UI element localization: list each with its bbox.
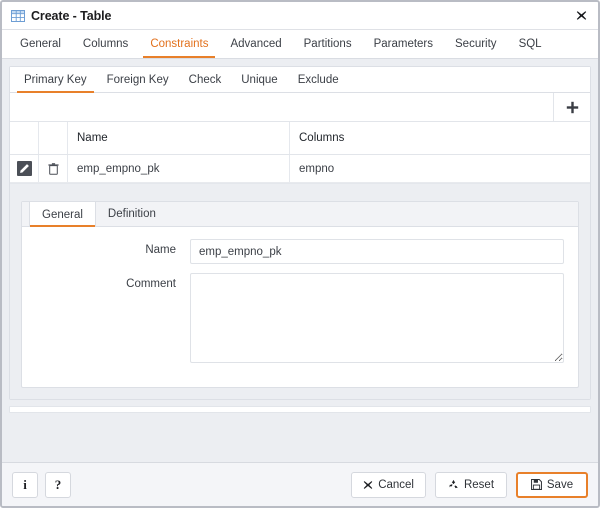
question-icon: ? [54,476,62,492]
plus-icon [566,101,578,113]
tab-constraints[interactable]: Constraints [139,30,219,58]
grid-header-edit [10,122,39,154]
reset-button[interactable]: Reset [435,471,507,498]
tab-advanced-label: Advanced [230,38,282,50]
footer-left-group: i ? [12,471,71,498]
tab-columns-label: Columns [82,38,129,50]
dialog-footer: i ? Cancel Reset Save [2,462,598,506]
constraints-panel: Primary Key Foreign Key Check Unique Exc… [9,66,591,400]
tab-foreign-key-label: Foreign Key [106,73,169,86]
tab-parameters-label: Parameters [373,38,434,50]
table-row[interactable]: emp_empno_pk empno [10,155,590,183]
tab-parameters[interactable]: Parameters [363,30,444,58]
tab-exclude[interactable]: Exclude [288,67,349,92]
close-icon[interactable] [572,7,590,25]
table-grid-icon [11,9,25,23]
grid-header-columns: Columns [299,132,345,144]
close-x-icon [363,480,373,490]
title-bar: Create - Table [2,2,598,30]
tab-security-label: Security [455,38,497,50]
grid-header-row: Name Columns [10,122,590,155]
name-label: Name [145,244,176,256]
tab-general-label: General [20,38,61,50]
grid-toolbar [10,93,590,122]
tab-sql[interactable]: SQL [508,30,553,58]
constraints-grid: Name Columns emp_empno_pk empno [10,122,590,183]
main-tab-bar: General Columns Constraints Advanced Par… [2,30,598,59]
dialog-body: Primary Key Foreign Key Check Unique Exc… [2,59,598,462]
grid-bottom-filler [10,183,590,193]
grid-header-name: Name [68,122,290,154]
tab-partitions-label: Partitions [303,38,352,50]
detail-wrapper: General Definition Name Comment [10,193,590,399]
tab-primary-key-label: Primary Key [24,73,87,86]
tab-partitions[interactable]: Partitions [293,30,363,58]
tab-security[interactable]: Security [444,30,508,58]
create-table-dialog: Create - Table General Columns Constrain… [0,0,600,508]
constraint-detail-card: General Definition Name Comment [21,201,579,388]
row-delete-cell [39,155,68,182]
tab-check[interactable]: Check [179,67,232,92]
comment-field-wrap [190,273,564,368]
help-button[interactable]: ? [45,471,71,498]
window-title: Create - Table [31,8,112,23]
tab-general[interactable]: General [9,30,72,58]
floppy-disk-icon [530,479,542,490]
panel-splitter[interactable] [9,406,591,413]
save-button[interactable]: Save [516,471,588,498]
tab-unique[interactable]: Unique [231,67,287,92]
row-columns: empno [299,162,335,175]
detail-tab-bar: General Definition [22,202,578,227]
name-input[interactable] [190,239,564,264]
tab-constraints-label: Constraints [150,38,209,50]
edit-pencil-icon[interactable] [16,161,32,176]
constraint-form: Name Comment [22,227,578,387]
constraint-type-tab-bar: Primary Key Foreign Key Check Unique Exc… [10,67,590,93]
tab-primary-key[interactable]: Primary Key [14,67,97,93]
row-edit-cell [10,155,39,182]
tab-unique-label: Unique [241,73,278,86]
info-icon: i [23,476,27,492]
comment-row: Comment [30,273,564,368]
comment-label: Comment [126,278,176,290]
grid-header-delete [39,122,68,154]
tab-detail-definition-label: Definition [107,208,156,220]
tab-detail-general-label: General [42,208,83,221]
tab-exclude-label: Exclude [297,73,339,86]
cancel-label: Cancel [378,478,414,491]
tab-detail-general[interactable]: General [29,202,96,227]
comment-textarea[interactable] [190,273,564,363]
tab-detail-definition[interactable]: Definition [96,202,168,226]
footer-right-group: Cancel Reset Save [351,471,588,498]
trash-icon[interactable] [46,161,61,176]
tab-sql-label: SQL [518,38,542,50]
tab-columns[interactable]: Columns [72,30,139,58]
save-label: Save [546,478,574,491]
add-row-button[interactable] [553,93,590,121]
name-row: Name [30,239,564,264]
name-field-wrap [190,239,564,264]
cancel-button[interactable]: Cancel [351,471,426,498]
reset-label: Reset [463,478,495,491]
info-button[interactable]: i [12,471,38,498]
row-name: emp_empno_pk [68,155,290,182]
tab-advanced[interactable]: Advanced [219,30,292,58]
recycle-icon [448,479,459,490]
tab-foreign-key[interactable]: Foreign Key [97,67,179,92]
tab-check-label: Check [188,73,222,86]
